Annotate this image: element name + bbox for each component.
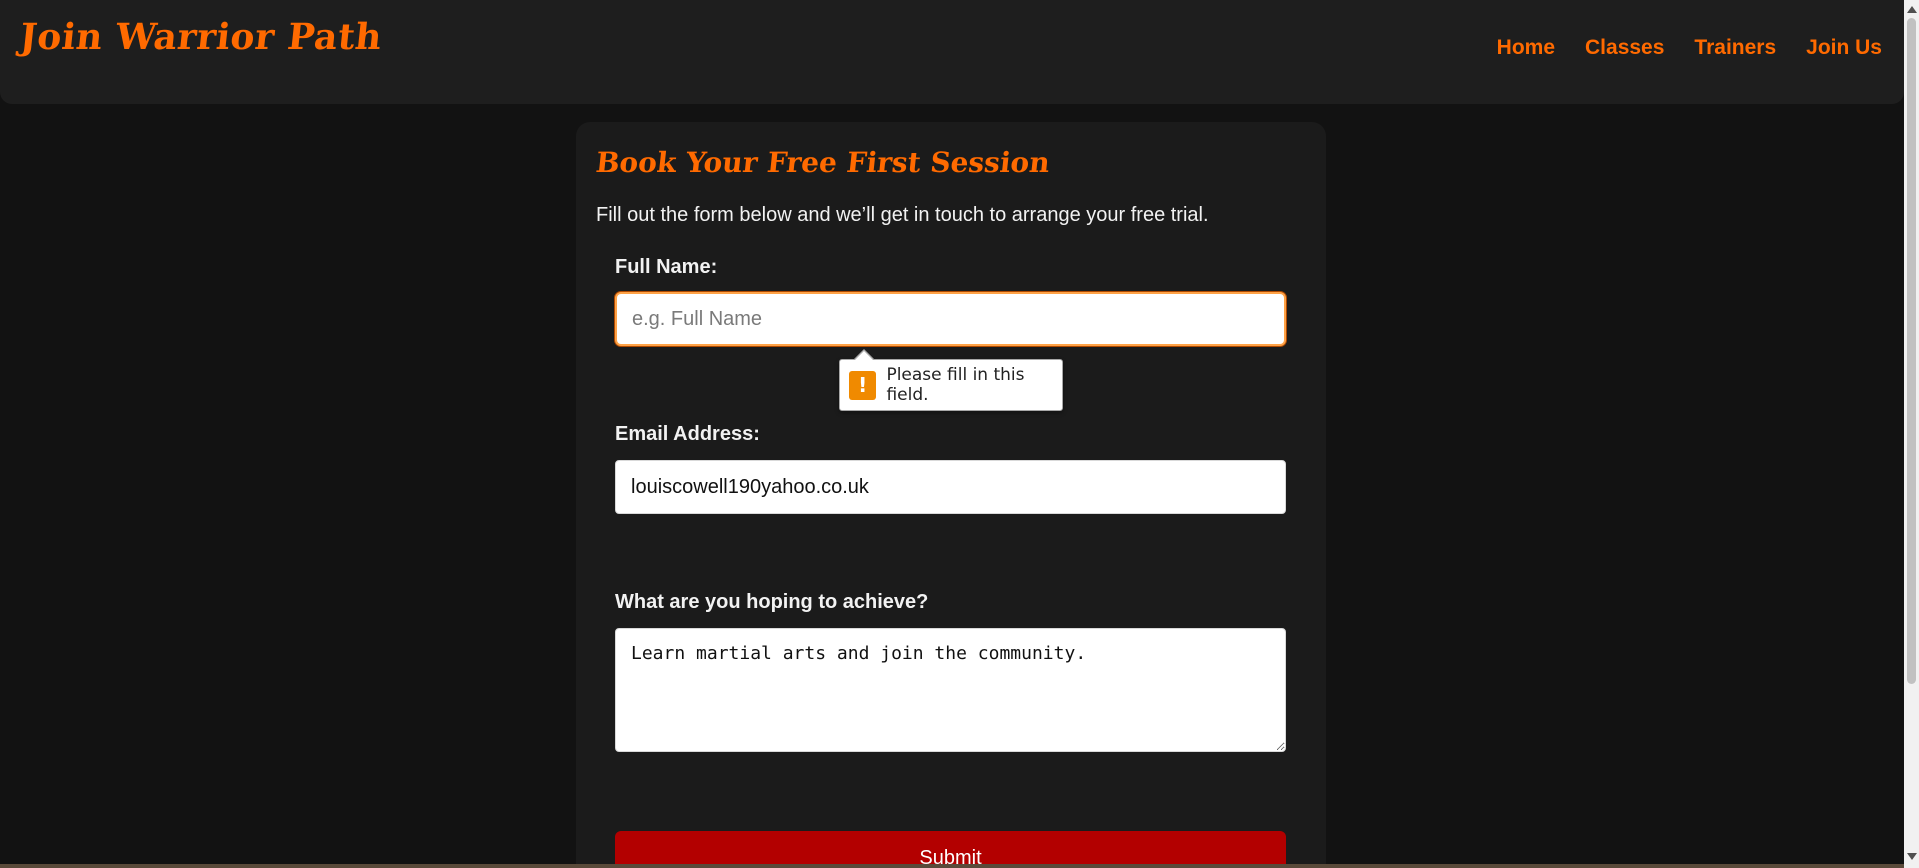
full-name-label: Full Name: [615, 256, 718, 278]
nav-classes-link[interactable]: Classes [1585, 36, 1664, 60]
main-nav: Home Classes Trainers Join Us [1497, 36, 1882, 60]
nav-join-us-link[interactable]: Join Us [1806, 36, 1882, 60]
nav-home-link[interactable]: Home [1497, 36, 1555, 60]
email-label: Email Address: [615, 423, 760, 445]
scroll-up-arrow-icon[interactable] [1907, 6, 1917, 13]
window-bottom-border [0, 864, 1904, 868]
goal-textarea[interactable]: Learn martial arts and join the communit… [615, 628, 1286, 752]
nav-trainers-link[interactable]: Trainers [1694, 36, 1776, 60]
submit-button[interactable]: Submit [615, 831, 1286, 868]
validation-message: Please fill in this field. [886, 365, 1025, 405]
full-name-input[interactable] [615, 292, 1286, 346]
goal-label: What are you hoping to achieve? [615, 591, 929, 613]
form-title: Book Your Free First Session [594, 146, 1052, 179]
booking-form-card: Book Your Free First Session Fill out th… [576, 122, 1326, 868]
scroll-down-arrow-icon[interactable] [1907, 853, 1917, 860]
page: Join Warrior Path Home Classes Trainers … [0, 0, 1919, 868]
validation-tooltip: ! Please fill in this field. [839, 349, 1063, 411]
vertical-scrollbar[interactable] [1904, 0, 1919, 868]
scrollbar-thumb[interactable] [1907, 18, 1916, 684]
site-logo[interactable]: Join Warrior Path [18, 16, 384, 58]
email-input[interactable] [615, 460, 1286, 514]
warning-icon: ! [849, 370, 877, 400]
form-intro: Fill out the form below and we’ll get in… [596, 204, 1209, 226]
site-header: Join Warrior Path Home Classes Trainers … [0, 0, 1904, 104]
